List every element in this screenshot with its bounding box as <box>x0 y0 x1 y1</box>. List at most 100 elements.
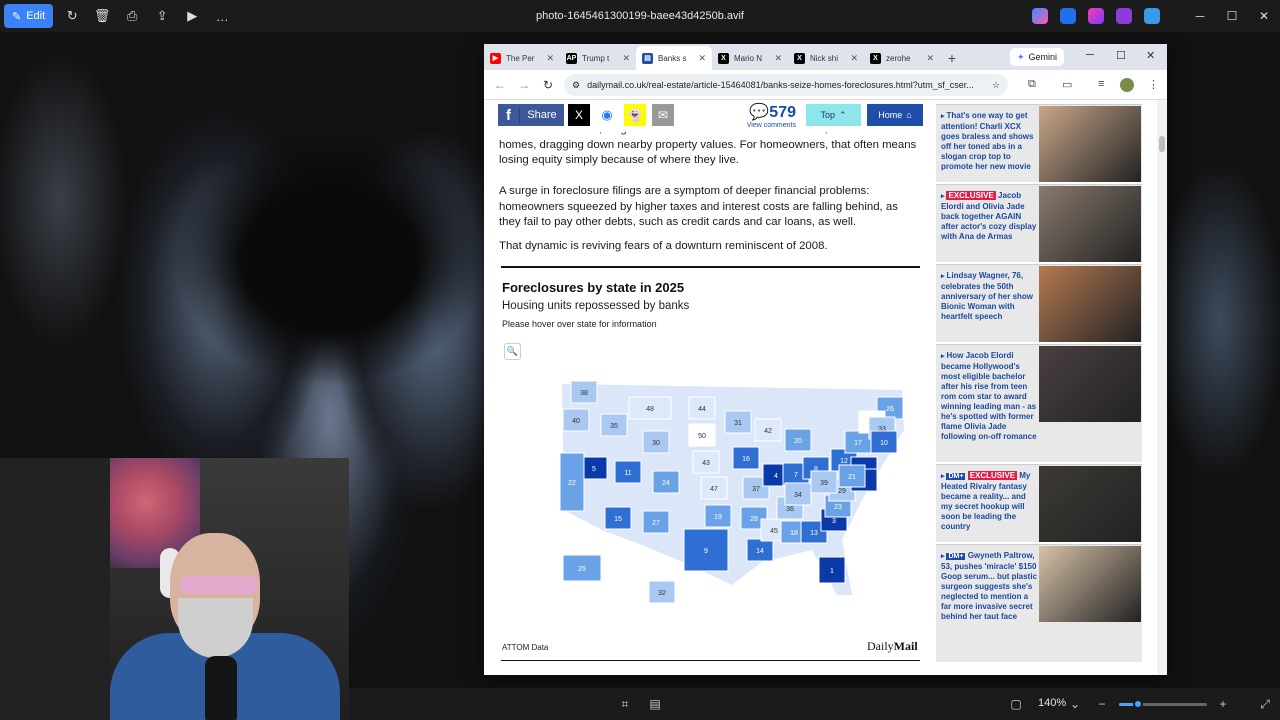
sidebar-story-thumbnail[interactable] <box>1039 266 1141 342</box>
state-label-nv: 5 <box>592 466 596 473</box>
sidebar-story-thumbnail[interactable] <box>1039 186 1141 262</box>
top-button[interactable]: Top ⌃ <box>806 104 861 126</box>
rotate-icon[interactable]: ↻ <box>57 4 87 28</box>
close-icon[interactable]: ✕ <box>774 53 782 64</box>
text-select-icon[interactable]: ▤ <box>647 696 663 712</box>
search-icon[interactable]: 🔍 <box>504 343 521 360</box>
sidebar-story-thumbnail[interactable] <box>1039 346 1141 422</box>
sidebar-story[interactable]: ▸ DM+ Gwyneth Paltrow, 53, pushes 'mirac… <box>936 544 1142 662</box>
state-label-ia: 16 <box>742 456 750 463</box>
messenger-icon[interactable]: ◉ <box>596 104 618 126</box>
print-icon[interactable]: ⎙ <box>117 4 147 28</box>
sidebar-story[interactable]: ▸ That's one way to get attention! Charl… <box>936 104 1142 182</box>
tab-strip: ▶ The Per ✕ AP Trump t ✕ ▤ Banks s ✕ X Mario N ✕… <box>484 44 1167 70</box>
home-button[interactable]: Home ⌂ <box>867 104 923 126</box>
tab-label: Nick shi <box>810 53 839 63</box>
close-icon[interactable]: ✕ <box>546 53 554 64</box>
us-foreclosure-map[interactable]: 38403548 44315042203043165112447 374 782215… <box>542 370 912 605</box>
tab-2[interactable]: ▤ Banks s ✕ <box>636 46 712 70</box>
zoom-in-icon[interactable]: + <box>1215 696 1231 712</box>
sidebar-feed: ▸ That's one way to get attention! Charl… <box>936 100 1142 675</box>
edit-button[interactable]: ✎ Edit <box>4 4 54 28</box>
slideshow-icon[interactable]: ▶ <box>177 4 207 28</box>
zoom-slider-knob[interactable] <box>1133 699 1144 709</box>
minimize-icon[interactable]: ─ <box>1184 9 1216 23</box>
share-icon[interactable]: ⇪ <box>147 4 177 28</box>
cloud-icon[interactable] <box>1144 8 1160 24</box>
state-label-az: 15 <box>614 516 622 523</box>
close-icon[interactable]: ✕ <box>622 53 630 64</box>
sidebar-story-thumbnail[interactable] <box>1039 466 1141 542</box>
webcam-background <box>0 458 110 720</box>
sidebar-story-headline[interactable]: ▸ Lindsay Wagner, 76, celebrates the 50t… <box>941 271 1039 322</box>
page-scrollbar[interactable] <box>1157 100 1167 675</box>
sidebar-story-headline[interactable]: ▸ That's one way to get attention! Charl… <box>941 111 1039 172</box>
sidebar-story-headline[interactable]: ▸ EXCLUSIVE Jacob Elordi and Olivia Jade… <box>941 191 1039 242</box>
close-icon[interactable]: ✕ <box>850 53 858 64</box>
gemini-button[interactable]: ✦ Gemini <box>1010 48 1065 66</box>
extensions-icon[interactable]: ⧉ <box>1028 78 1036 91</box>
sidebar-story[interactable]: ▸ Lindsay Wagner, 76, celebrates the 50t… <box>936 264 1142 342</box>
tab-0[interactable]: ▶ The Per ✕ <box>484 46 560 70</box>
app-icon[interactable] <box>1088 8 1104 24</box>
facebook-icon: f <box>498 106 520 124</box>
close-icon[interactable]: ✕ <box>1146 49 1155 62</box>
facebook-share-button[interactable]: f Share <box>498 104 564 126</box>
zoom-level[interactable]: 140% <box>1038 697 1066 709</box>
state-label-or: 40 <box>572 418 580 425</box>
tab-1[interactable]: AP Trump t ✕ <box>560 46 636 70</box>
tab-4[interactable]: X Nick shi ✕ <box>788 46 864 70</box>
gemini-icon: ✦ <box>1017 51 1025 62</box>
close-icon[interactable]: ✕ <box>1248 9 1280 23</box>
cast-icon[interactable]: ▭ <box>1062 78 1072 91</box>
app-icon[interactable] <box>1060 8 1076 24</box>
state-label-wy: 30 <box>652 440 660 447</box>
back-icon[interactable]: ← <box>488 78 512 92</box>
new-tab-button[interactable]: + <box>940 46 964 70</box>
sidebar-story-thumbnail[interactable] <box>1039 546 1141 622</box>
copilot-icon[interactable] <box>1032 8 1048 24</box>
address-bar: ← → ↻ ⚙ dailymail.co.uk/real-estate/arti… <box>484 70 1167 100</box>
zoom-out-icon[interactable]: − <box>1094 696 1110 712</box>
delete-icon[interactable]: 🗑 <box>87 4 117 28</box>
bookmark-star-icon[interactable]: ☆ <box>992 80 1000 91</box>
menu-icon[interactable]: ⋮ <box>1148 78 1159 91</box>
x-share-icon[interactable]: X <box>568 104 590 126</box>
tab-3[interactable]: X Mario N ✕ <box>712 46 788 70</box>
fullscreen-icon[interactable]: ⤢ <box>1257 696 1273 712</box>
sidebar-story[interactable]: ▸ EXCLUSIVE Jacob Elordi and Olivia Jade… <box>936 184 1142 262</box>
close-icon[interactable]: ✕ <box>926 53 934 64</box>
browser-window: ▶ The Per ✕ AP Trump t ✕ ▤ Banks s ✕ X Mario N ✕… <box>484 44 1167 675</box>
email-icon[interactable]: ✉ <box>652 104 674 126</box>
more-icon[interactable]: … <box>207 4 237 28</box>
sidebar-story-headline[interactable]: ▸ DM+ EXCLUSIVE My Heated Rivalry fantas… <box>941 471 1039 532</box>
share-label: Share <box>527 109 557 121</box>
sidebar-story-text: Lindsay Wagner, 76, celebrates the 50th … <box>941 271 1034 321</box>
scrollbar-thumb[interactable] <box>1159 136 1165 152</box>
comments-link[interactable]: 💬579 View comments <box>738 102 796 129</box>
forward-icon[interactable]: → <box>512 78 536 92</box>
exclusive-badge: EXCLUSIVE <box>946 191 996 200</box>
sidebar-story[interactable]: ▸ How Jacob Elordi became Hollywood's mo… <box>936 344 1142 462</box>
site-info-icon[interactable]: ⚙ <box>572 80 580 91</box>
sidebar-story-thumbnail[interactable] <box>1039 106 1141 182</box>
sidebar-story-headline[interactable]: ▸ DM+ Gwyneth Paltrow, 53, pushes 'mirac… <box>941 551 1039 622</box>
snapchat-icon[interactable]: 👻 <box>624 104 646 126</box>
chevron-down-icon[interactable]: ⌄ <box>1067 696 1083 712</box>
dailymail-icon: ▤ <box>642 52 653 64</box>
maximize-icon[interactable]: ☐ <box>1116 49 1126 62</box>
maximize-icon[interactable]: ☐ <box>1216 9 1248 23</box>
fit-icon[interactable]: ▢ <box>1008 696 1024 712</box>
tab-5[interactable]: Xzerohe ✕ <box>864 46 940 70</box>
url-field[interactable]: ⚙ dailymail.co.uk/real-estate/article-15… <box>564 74 1008 96</box>
media-icon[interactable]: ≡ <box>1098 78 1104 90</box>
sidebar-story[interactable]: ▸ DM+ EXCLUSIVE My Heated Rivalry fantas… <box>936 464 1142 542</box>
profile-avatar[interactable] <box>1120 78 1134 92</box>
reload-icon[interactable]: ↻ <box>536 78 560 92</box>
minimize-icon[interactable]: ─ <box>1086 49 1094 61</box>
zoom-slider[interactable] <box>1119 699 1207 709</box>
crop-icon[interactable]: ⌗ <box>617 696 633 712</box>
app-icon[interactable] <box>1116 8 1132 24</box>
sidebar-story-headline[interactable]: ▸ How Jacob Elordi became Hollywood's mo… <box>941 351 1039 442</box>
close-icon[interactable]: ✕ <box>698 53 706 64</box>
